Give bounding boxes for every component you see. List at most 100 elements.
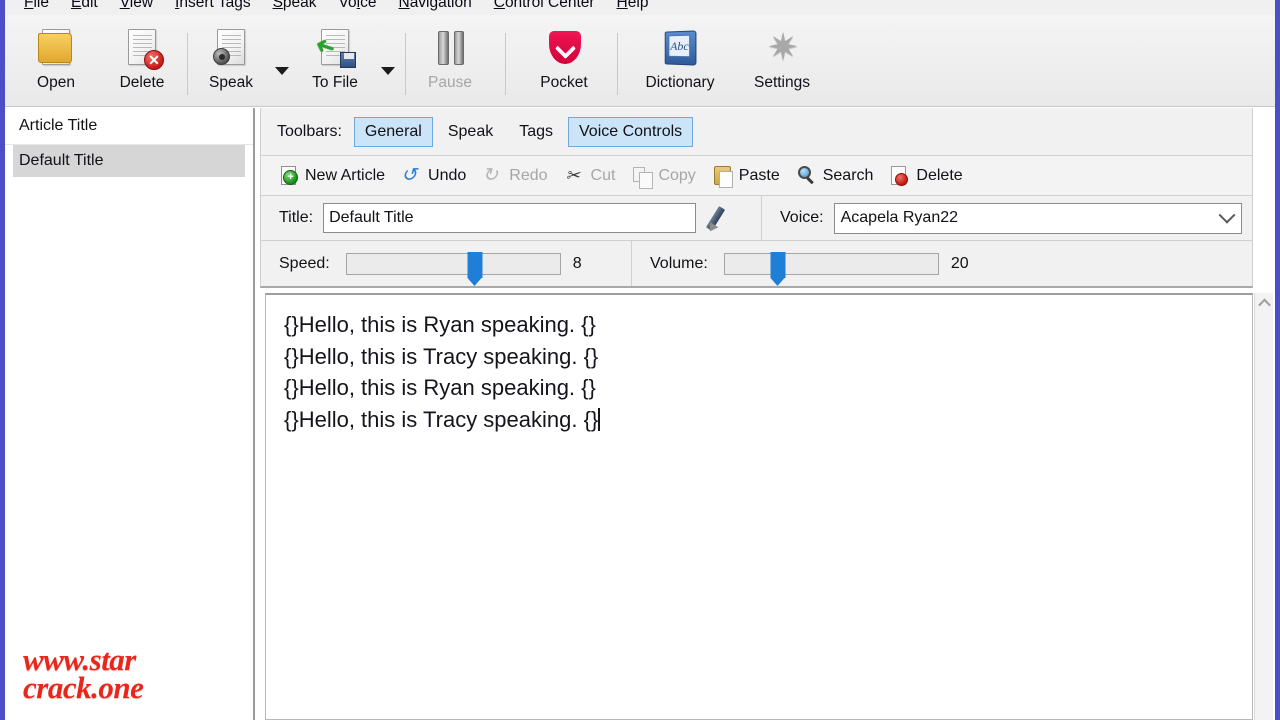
menu-item-navigation-rest: avigation <box>409 0 472 11</box>
menu-item-control-center[interactable]: Control Center <box>483 0 606 15</box>
speed-slider[interactable] <box>345 251 561 286</box>
sub-button-copy[interactable]: Copy <box>624 162 702 190</box>
toolbar-button-pocket[interactable]: Pocket <box>521 23 607 103</box>
speed-value: 8 <box>572 254 582 272</box>
voice-section: Voice: Acapela Ryan22 <box>761 196 1252 240</box>
toolbar-button-to-file[interactable]: ➜ To File <box>292 23 378 103</box>
toolbars-label: Toolbars: <box>277 122 342 140</box>
editor-vertical-scrollbar[interactable] <box>1254 293 1273 720</box>
toolbar-chip-tags[interactable]: Tags <box>508 117 564 147</box>
toolbar-button-speak[interactable]: Speak <box>188 23 274 103</box>
menu-item-view-rest: iew <box>129 0 154 11</box>
sub-label-copy: Copy <box>658 166 696 184</box>
speak-document-icon <box>209 27 253 71</box>
application-window: File Edit View Insert Tags Speak Voice N… <box>0 0 1280 720</box>
save-to-file-icon: ➜ <box>311 27 357 71</box>
toolbar-label-delete: Delete <box>119 74 165 91</box>
scroll-up-button[interactable] <box>1255 293 1273 313</box>
paste-clipboard-icon <box>712 165 734 188</box>
menu-item-control-center-rest: ontrol Center <box>504 0 595 11</box>
sub-button-undo[interactable]: ↺ Undo <box>394 162 473 190</box>
sub-button-delete[interactable]: Delete <box>882 162 969 190</box>
sub-label-undo: Undo <box>428 166 467 184</box>
sub-button-cut[interactable]: ✂ Cut <box>557 162 623 190</box>
delete-document-icon: ✕ <box>120 27 164 71</box>
menu-item-voice[interactable]: Voice <box>328 0 388 15</box>
sub-label-cut: Cut <box>590 166 616 184</box>
sub-label-new-article: New Article <box>305 166 386 184</box>
chevron-down-icon <box>1218 206 1236 224</box>
pause-icon <box>428 27 472 71</box>
volume-slider[interactable] <box>723 251 939 286</box>
toolbar-button-pause[interactable]: Pause <box>407 23 493 103</box>
sub-label-delete: Delete <box>916 166 963 184</box>
undo-icon: ↺ <box>401 164 417 186</box>
copy-icon <box>631 165 654 189</box>
menu-bar: File Edit View Insert Tags Speak Voice N… <box>5 0 1275 15</box>
toolbar-button-open[interactable]: Open <box>13 23 99 103</box>
title-input[interactable] <box>323 203 697 233</box>
toolbar-label-open: Open <box>37 74 75 91</box>
toolbar-button-delete[interactable]: ✕ Delete <box>99 23 185 103</box>
scissors-icon: ✂ <box>565 165 580 185</box>
menu-item-file-rest: ile <box>33 0 49 11</box>
title-label: Title: <box>279 209 314 226</box>
toolbar-chip-general[interactable]: General <box>353 116 433 147</box>
menu-item-insert-tags-rest: nsert Tags <box>179 0 251 11</box>
sub-button-new-article[interactable]: + New Article <box>271 162 392 190</box>
pencil-icon[interactable] <box>706 203 740 233</box>
volume-label: Volume: <box>650 254 708 272</box>
sub-label-paste: Paste <box>738 166 780 184</box>
toolbar-label-settings: Settings <box>753 74 810 91</box>
menu-item-speak-rest: peak <box>282 0 317 11</box>
toolbar-button-settings[interactable]: ✷ Settings <box>737 23 827 103</box>
text-editor[interactable]: {}Hello, this is Ryan speaking. {} {}Hel… <box>266 295 1252 719</box>
list-item-label: Default Title <box>19 152 104 169</box>
general-sub-toolbar: + New Article ↺ Undo ↻ Redo ✂ Cut Copy P <box>260 156 1253 196</box>
menu-item-navigation[interactable]: Navigation <box>387 0 482 15</box>
speed-section: Speed: 8 <box>261 241 631 286</box>
toolbar-label-pocket: Pocket <box>540 74 588 91</box>
text-caret <box>598 407 600 431</box>
sub-button-paste[interactable]: Paste <box>705 162 787 190</box>
sub-label-search: Search <box>822 166 874 184</box>
menu-item-edit-rest: dit <box>81 0 98 11</box>
volume-slider-thumb[interactable] <box>770 251 786 286</box>
right-panel: Toolbars: General Speak Tags Voice Contr… <box>257 108 1275 720</box>
list-item[interactable]: Default Title <box>13 145 245 177</box>
voice-label: Voice: <box>780 209 824 226</box>
speed-volume-row: Speed: 8 Volume: 20 <box>260 241 1253 288</box>
open-folder-document-icon <box>34 27 78 71</box>
speed-slider-thumb[interactable] <box>467 251 483 286</box>
menu-item-help[interactable]: Help <box>606 0 660 15</box>
title-section: Title: <box>261 203 761 233</box>
to-file-dropdown-arrow-icon[interactable] <box>381 67 395 75</box>
sidebar-header-article-title: Article Title <box>5 108 253 145</box>
menu-item-edit[interactable]: Edit <box>60 0 109 15</box>
menu-item-voice-rest: ce <box>360 0 377 11</box>
dictionary-book-icon <box>658 27 702 71</box>
toolbar-button-dictionary[interactable]: Dictionary <box>633 23 727 103</box>
text-editor-content: {}Hello, this is Ryan speaking. {} {}Hel… <box>284 312 599 432</box>
speak-dropdown-arrow-icon[interactable] <box>275 67 289 75</box>
main-toolbar: Open ✕ Delete Speak ➜ To File Pause Pock… <box>5 15 1275 107</box>
sub-button-redo[interactable]: ↻ Redo <box>475 162 554 190</box>
voice-select[interactable]: Acapela Ryan22 <box>833 202 1242 234</box>
menu-item-insert-tags[interactable]: Insert Tags <box>164 0 262 15</box>
pocket-icon <box>542 27 586 71</box>
toolbar-chip-voice-controls[interactable]: Voice Controls <box>568 116 694 147</box>
delete-document-icon <box>889 165 911 187</box>
speed-label: Speed: <box>279 254 330 272</box>
magnifier-icon <box>796 165 818 187</box>
menu-item-view[interactable]: View <box>109 0 164 15</box>
menu-item-help-rest: elp <box>627 0 649 11</box>
sub-button-search[interactable]: Search <box>789 162 881 190</box>
menu-item-speak[interactable]: Speak <box>262 0 328 15</box>
sub-label-redo: Redo <box>509 166 548 184</box>
chevron-up-icon <box>1257 298 1271 311</box>
toolbar-chip-speak[interactable]: Speak <box>437 117 504 147</box>
toolbar-separator-2 <box>405 33 406 95</box>
toolbar-separator-4 <box>617 33 618 95</box>
title-voice-row: Title: Voice: Acapela Ryan22 <box>260 196 1253 241</box>
menu-item-file[interactable]: File <box>13 0 60 15</box>
